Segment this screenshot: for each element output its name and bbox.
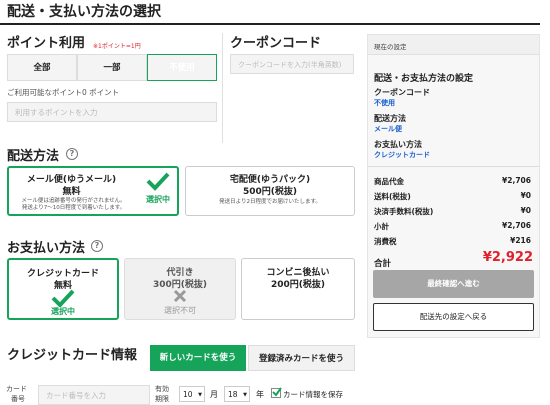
tab-saved-card[interactable]: 登録済みカードを使う <box>248 345 355 371</box>
summary-panel: 現在の設定 配送・お支払方法の設定 クーポンコード 不使用 配送方法 メール便 … <box>367 34 540 338</box>
payment-convenience-price: 200円(税抜) <box>270 280 325 290</box>
shipping-option-takuhai[interactable]: 宅配便(ゆうパック) 500円(税抜) 発送日より2日程度でお届けいたします。 <box>185 166 355 216</box>
expiry-year-value: 18 <box>228 390 238 399</box>
points-option-none[interactable]: 不使用 <box>147 54 217 81</box>
confirm-button[interactable]: 最終確認へ進む <box>373 270 534 298</box>
summary-row: 小計 ¥2,706 <box>374 221 535 232</box>
shipping-takuhai-price: 500円(税抜) <box>242 187 297 197</box>
summary-coupon-value: 不使用 <box>374 99 395 107</box>
expiry-year-unit: 年 <box>256 390 264 399</box>
expiry-year-select[interactable]: 18 ▼ <box>224 386 250 402</box>
save-card-label: カード情報を保存 <box>283 390 343 399</box>
section-divider <box>222 33 223 143</box>
check-icon <box>51 289 75 307</box>
payment-option-credit[interactable]: クレジットカード 無料 選択中 <box>7 258 119 320</box>
shipping-mail-desc-2: 発送より7〜10日程度で到着いたします。 <box>21 205 126 211</box>
points-available: ご利用可能なポイント0 ポイント <box>7 88 120 97</box>
credit-heading: クレジットカード情報 <box>7 348 138 363</box>
cross-icon <box>173 289 187 303</box>
expiry-label-2: 期限 <box>155 395 169 403</box>
chevron-down-icon: ▼ <box>243 392 247 398</box>
coupon-heading: クーポンコード <box>230 36 322 51</box>
points-input[interactable]: 利用するポイントを入力 <box>7 102 217 122</box>
summary-row-value: ¥0 <box>520 206 531 215</box>
check-icon <box>272 387 282 397</box>
summary-coupon-label: クーポンコード <box>374 88 430 97</box>
summary-row-value: ¥2,706 <box>502 176 531 185</box>
save-card-checkbox[interactable] <box>271 387 282 398</box>
shipping-option-mail[interactable]: メール便(ゆうメール) 無料 メール便は追跡番号の発行がされません。 発送より7… <box>7 166 179 216</box>
help-icon[interactable]: ? <box>91 240 103 252</box>
summary-total-label: 合計 <box>374 259 392 269</box>
shipping-mail-status: 選択中 <box>146 195 170 204</box>
summary-row-value: ¥216 <box>510 236 531 245</box>
coupon-input[interactable]: クーポンコードを入力(半角英数) <box>230 54 354 74</box>
summary-total-value: ¥2,922 <box>482 250 533 265</box>
summary-row-value: ¥0 <box>520 191 531 200</box>
shipping-heading: 配送方法 <box>7 149 60 164</box>
summary-row-label: 商品代金 <box>374 177 404 186</box>
summary-header-label: 現在の設定 <box>374 43 407 51</box>
summary-shipping-value: メール便 <box>374 125 402 133</box>
payment-heading: お支払い方法 <box>7 241 86 256</box>
title-divider <box>0 23 540 25</box>
summary-payment-label: お支払い方法 <box>374 140 422 149</box>
check-icon <box>146 172 170 191</box>
points-note: ※1ポイント=1円 <box>93 43 141 50</box>
summary-row-value: ¥2,706 <box>502 221 531 230</box>
summary-row-label: 決済手数料(税抜) <box>374 207 434 216</box>
tab-new-card[interactable]: 新しいカードを使う <box>150 345 246 371</box>
summary-row-label: 消費税 <box>374 237 397 246</box>
summary-row: 送料(税抜) ¥0 <box>374 191 535 202</box>
payment-cod-status: 選択不可 <box>164 306 196 315</box>
page-title: 配送・支払い方法の選択 <box>7 4 161 20</box>
summary-payment-value: クレジットカード <box>374 151 430 159</box>
summary-row-label: 送料(税抜) <box>374 192 411 201</box>
help-icon[interactable]: ? <box>66 148 78 160</box>
payment-option-convenience[interactable]: コンビニ後払い 200円(税抜) <box>241 258 355 320</box>
points-option-all[interactable]: 全部 <box>7 54 77 81</box>
payment-option-cod: 代引き 300円(税抜) 選択不可 <box>124 258 236 320</box>
card-number-label-1: カード <box>6 385 27 393</box>
card-number-input[interactable]: カード番号を入力 <box>38 385 150 405</box>
summary-shipping-label: 配送方法 <box>374 114 406 123</box>
expiry-month-unit: 月 <box>210 390 218 399</box>
expiry-label-1: 有効 <box>155 385 169 393</box>
summary-row: 商品代金 ¥2,706 <box>374 176 535 187</box>
summary-title: 配送・お支払方法の設定 <box>374 74 474 84</box>
shipping-takuhai-desc: 発送日より2日程度でお届けいたします。 <box>219 199 321 205</box>
card-number-label-2: 番号 <box>11 395 25 403</box>
summary-divider <box>368 166 539 167</box>
summary-row: 決済手数料(税抜) ¥0 <box>374 206 535 217</box>
chevron-down-icon: ▼ <box>198 392 202 398</box>
summary-row: 消費税 ¥216 <box>374 236 535 247</box>
back-to-address-button[interactable]: 配送先の設定へ戻る <box>373 303 534 331</box>
expiry-month-select[interactable]: 10 ▼ <box>179 386 205 402</box>
points-heading: ポイント利用 <box>7 36 86 51</box>
summary-header: 現在の設定 <box>368 35 539 55</box>
summary-row-label: 小計 <box>374 222 389 231</box>
payment-credit-status: 選択中 <box>51 307 75 316</box>
points-option-partial[interactable]: 一部 <box>77 54 147 81</box>
expiry-month-value: 10 <box>183 390 193 399</box>
